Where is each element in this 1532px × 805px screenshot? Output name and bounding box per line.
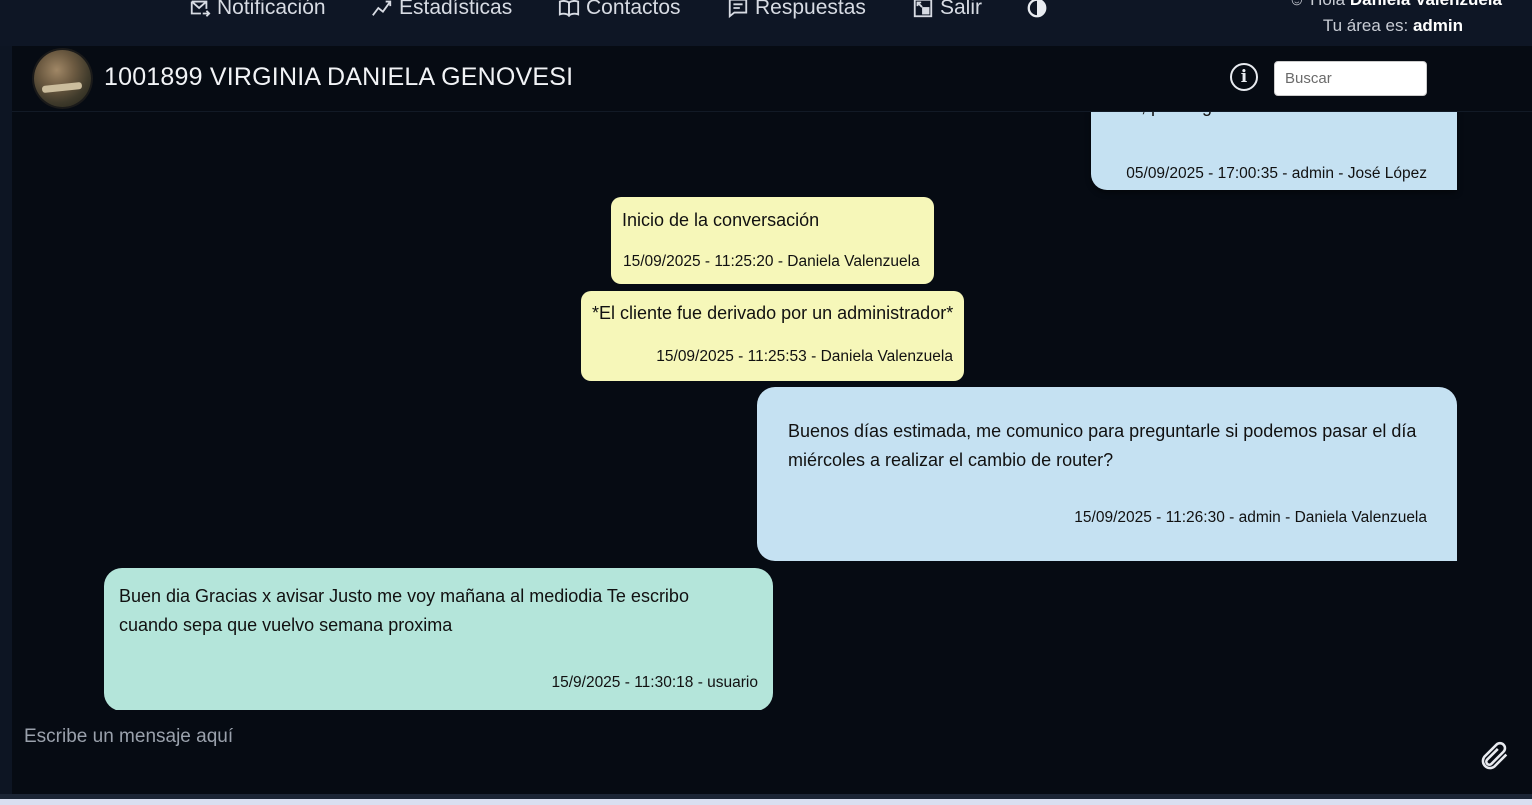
message-list-icon	[728, 0, 748, 19]
nav-notificacion[interactable]: Notificación	[189, 0, 326, 22]
contrast-icon	[1027, 0, 1047, 18]
message-text: Buen dia Gracias x avisar Justo me voy m…	[119, 586, 689, 635]
message-meta: 15/9/2025 - 11:30:18 - usuario	[551, 674, 758, 691]
nav-estadisticas[interactable]: Estadísticas	[371, 0, 512, 22]
message-text: ... , por ... g...	[1121, 112, 1227, 121]
trend-chart-icon	[372, 0, 392, 16]
nav-salir-label: Salir	[940, 0, 983, 19]
message-meta: 15/09/2025 - 11:26:30 - admin - Daniela …	[1074, 509, 1427, 526]
info-icon[interactable]: i	[1230, 63, 1258, 91]
message-meta: 15/09/2025 - 11:25:20 - Daniela Valenzue…	[623, 253, 920, 270]
avatar[interactable]	[34, 50, 91, 107]
nav-respuestas[interactable]: Respuestas	[727, 0, 866, 22]
message-meta: 15/09/2025 - 11:25:53 - Daniela Valenzue…	[656, 348, 953, 365]
greeting-prefix: Hola	[1310, 0, 1345, 9]
nav-respuestas-label: Respuestas	[755, 0, 866, 19]
paperclip-icon[interactable]	[1478, 739, 1512, 773]
message-bubble-system: *El cliente fue derivado por un administ…	[581, 291, 964, 381]
user-area: Tu área es: admin	[1323, 16, 1463, 36]
nav-estadisticas-label: Estadísticas	[399, 0, 513, 19]
theme-toggle-button[interactable]	[1026, 0, 1048, 22]
user-icon: ☺	[1288, 0, 1305, 9]
area-value: admin	[1412, 16, 1463, 35]
message-bubble-system: Inicio de la conversación 15/09/2025 - 1…	[611, 197, 934, 284]
message-composer	[12, 718, 1532, 794]
nav-contactos[interactable]: Contactos	[558, 0, 681, 22]
area-label: Tu área es:	[1322, 16, 1409, 35]
message-list[interactable]: ... , por ... g... 05/09/2025 - 17:00:35…	[12, 112, 1532, 710]
message-bubble-agent: Buenos días estimada, me comunico para p…	[757, 387, 1457, 561]
message-text: Buenos días estimada, me comunico para p…	[788, 421, 1417, 470]
book-icon	[558, 0, 580, 18]
message-text: Inicio de la conversación	[622, 210, 820, 230]
message-text: *El cliente fue derivado por un administ…	[592, 303, 954, 323]
message-bubble-customer: Buen dia Gracias x avisar Justo me voy m…	[104, 568, 773, 710]
chat-panel: 1001899 VIRGINIA DANIELA GENOVESI i ... …	[12, 46, 1532, 794]
message-input[interactable]	[24, 726, 1464, 786]
nav-notificacion-label: Notificación	[217, 0, 326, 19]
nav-salir[interactable]: Salir	[912, 0, 982, 22]
mail-send-icon	[190, 0, 211, 17]
user-greeting: ☺ Hola Daniela Valenzuela	[1288, 0, 1502, 10]
window-bottom-edge	[0, 794, 1532, 805]
message-meta: 05/09/2025 - 17:00:35 - admin - José Lóp…	[1126, 165, 1427, 182]
user-name: Daniela Valenzuela	[1350, 0, 1502, 9]
message-bubble-agent: ... , por ... g... 05/09/2025 - 17:00:35…	[1091, 112, 1457, 190]
top-navigation: Notificación Estadísticas Contactos Resp…	[0, 0, 1532, 46]
nav-contactos-label: Contactos	[586, 0, 681, 19]
search-input[interactable]	[1274, 61, 1427, 96]
contact-title: 1001899 VIRGINIA DANIELA GENOVESI	[104, 63, 574, 91]
chat-header: 1001899 VIRGINIA DANIELA GENOVESI i	[12, 46, 1532, 112]
exit-icon	[913, 0, 933, 18]
